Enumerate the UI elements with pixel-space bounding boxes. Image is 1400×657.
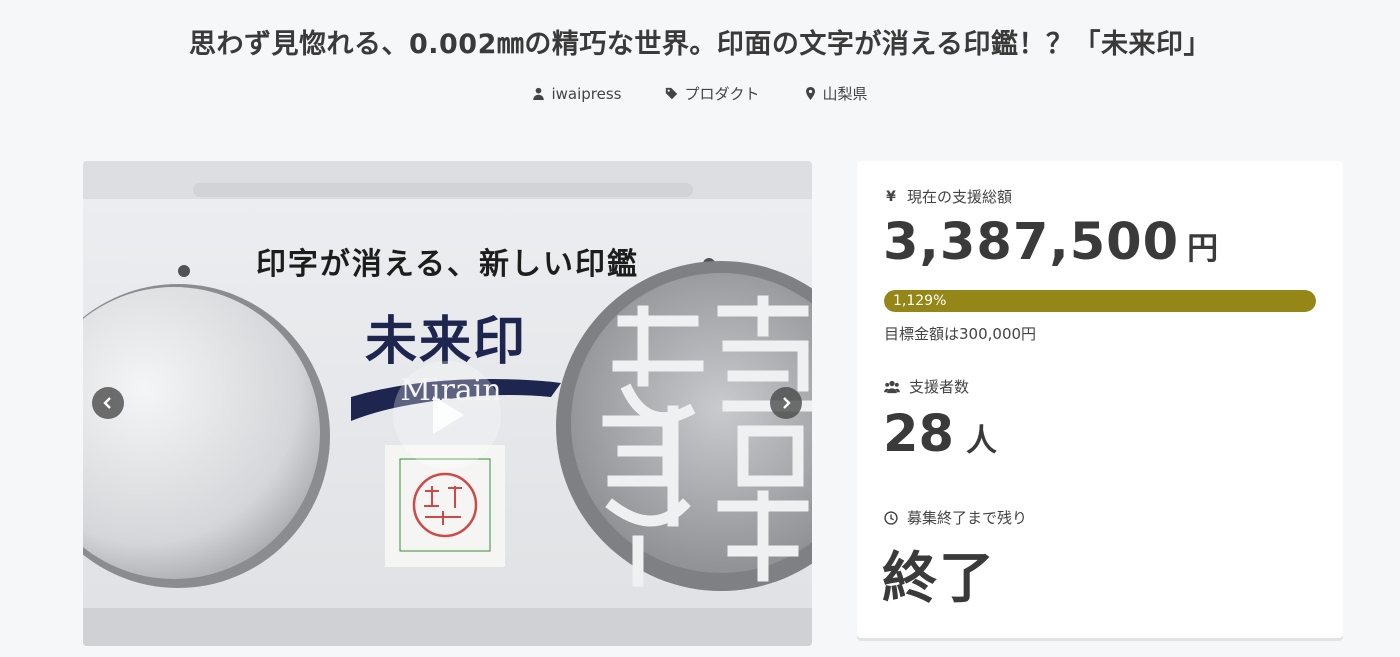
- funding-stats-card: ¥ 現在の支援総額 3,387,500 円 1,129% 目標金額は300,00…: [857, 161, 1343, 638]
- carousel-next-button[interactable]: [770, 387, 802, 419]
- backers-label-row: 支援者数: [884, 376, 969, 397]
- progress-bar: 1,129%: [884, 290, 1316, 312]
- total-amount-value: 3,387,500: [883, 213, 1180, 272]
- total-amount-unit: 円: [1187, 231, 1219, 267]
- author-link[interactable]: iwaipress: [532, 83, 621, 104]
- play-button[interactable]: [393, 361, 501, 469]
- total-amount: 3,387,500 円: [883, 213, 1218, 272]
- backers-count-value: 28: [883, 405, 954, 464]
- category-name: プロダクト: [684, 85, 760, 103]
- location-link[interactable]: 山梨県: [804, 83, 868, 104]
- tag-icon: [666, 87, 678, 100]
- chevron-left-icon: [103, 397, 111, 409]
- progress-fill: 1,129%: [884, 290, 1316, 312]
- author-name: iwaipress: [551, 84, 622, 103]
- map-pin-icon: [805, 87, 815, 100]
- remaining-value: 終了: [882, 546, 997, 610]
- remaining-label: 募集終了まで残り: [907, 509, 1028, 527]
- backers-count: 28 人: [883, 405, 997, 464]
- total-label-row: ¥ 現在の支援総額: [884, 186, 1012, 207]
- backers-count-unit: 人: [965, 423, 997, 459]
- clock-icon: [884, 510, 898, 525]
- goal-text: 目標金額は300,000円: [884, 325, 1037, 343]
- user-icon: [533, 87, 545, 100]
- project-meta: iwaipress プロダクト 山梨県: [0, 83, 1400, 104]
- chevron-right-icon: [783, 397, 791, 409]
- users-icon: [884, 380, 900, 393]
- category-link[interactable]: プロダクト: [665, 83, 760, 104]
- catch-copy: 印字が消える、新しい印鑑: [255, 247, 640, 282]
- carousel-prev-button[interactable]: [92, 387, 124, 419]
- backers-label: 支援者数: [909, 378, 970, 396]
- total-label: 現在の支援総額: [907, 188, 1013, 206]
- page-title: 思わず見惚れる、0.002㎜の精巧な世界。印面の文字が消える印鑑！？「未来印」: [188, 29, 1212, 60]
- project-media: 印字が消える、新しい印鑑 未来印 Mirain: [83, 161, 812, 646]
- yen-icon: ¥: [886, 188, 896, 205]
- remaining-label-row: 募集終了まで残り: [884, 507, 1027, 528]
- location-name: 山梨県: [822, 85, 868, 103]
- play-icon: [433, 396, 464, 434]
